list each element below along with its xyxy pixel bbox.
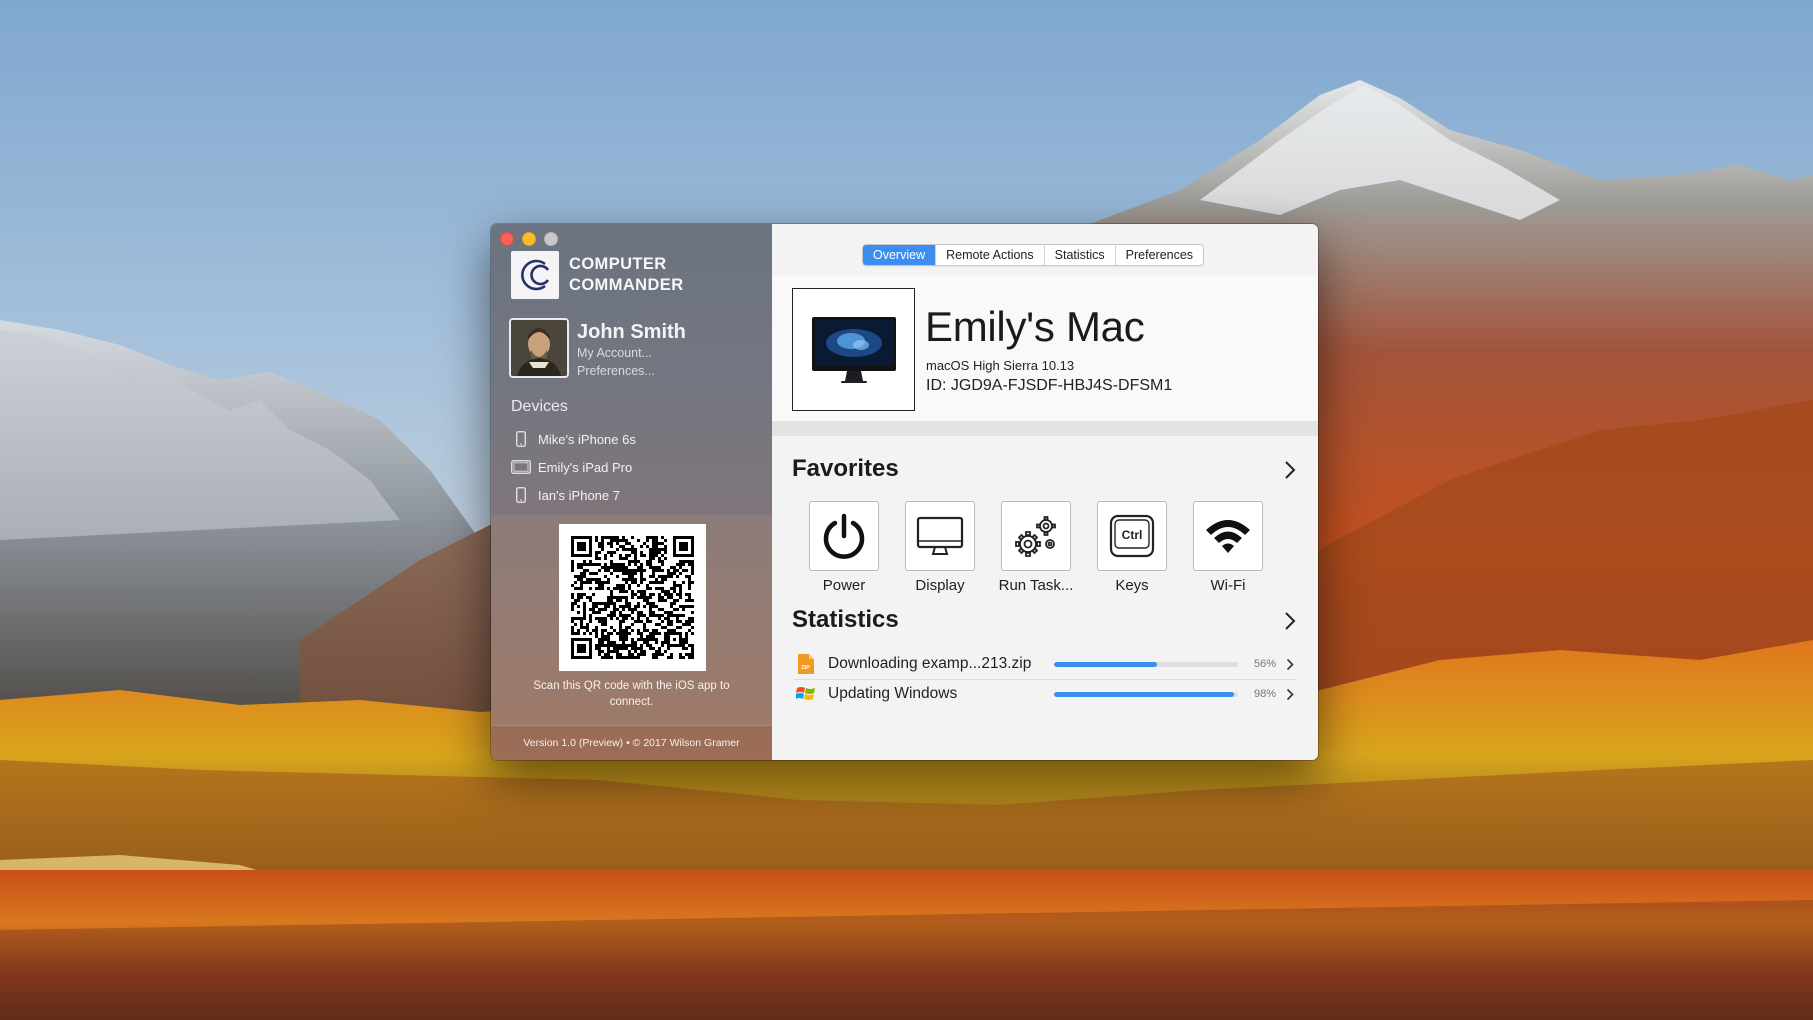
device-item-emilys-ipad[interactable]: Emily's iPad Pro: [511, 453, 636, 481]
main-panel: Overview Remote Actions Statistics Prefe…: [772, 224, 1318, 760]
favorite-label: Run Task...: [998, 577, 1074, 594]
user-info: John Smith My Account... Preferences...: [577, 320, 686, 380]
device-item-label: Emily's iPad Pro: [538, 459, 633, 475]
progress-fill: [1054, 691, 1235, 697]
stat-percent: 56%: [1253, 658, 1276, 670]
tab-bar: Overview Remote Actions Statistics Prefe…: [862, 244, 1205, 266]
tab-overview[interactable]: Overview: [863, 245, 937, 265]
favorite-label: Keys: [1115, 577, 1149, 594]
imac-icon: [811, 316, 896, 383]
device-item-ians-iphone[interactable]: Ian's iPhone 7: [511, 481, 636, 509]
favorite-keys[interactable]: Ctrl Keys: [1084, 501, 1180, 594]
statistics-chevron-icon[interactable]: [1284, 611, 1296, 636]
gears-icon: [1015, 516, 1056, 557]
sidebar: COMPUTER COMMANDER John Smith My Account…: [491, 224, 772, 760]
favorite-wifi[interactable]: Wi-Fi: [1180, 501, 1276, 594]
tab-preferences[interactable]: Preferences: [1116, 245, 1203, 265]
download-progress-bar: [1054, 661, 1238, 667]
device-os: macOS High Sierra 10.13: [926, 358, 1075, 373]
tab-remote-actions[interactable]: Remote Actions: [936, 245, 1045, 265]
qr-code: [559, 524, 706, 671]
device-item-mikes-iphone[interactable]: Mike's iPhone 6s: [511, 425, 636, 453]
device-id: ID: JGD9A-FJSDF-HBJ4S-DFSM1: [926, 377, 1173, 394]
favorites-row: Power Display Run Task... Ctrl Keys Wi-F…: [796, 501, 1276, 594]
stat-row-download[interactable]: ZIP Downloading examp...213.zip 56%: [794, 649, 1296, 680]
qr-section: Scan this QR code with the iOS app to co…: [491, 515, 772, 760]
favorites-heading: Favorites: [792, 455, 899, 482]
svg-text:Ctrl: Ctrl: [1122, 528, 1143, 542]
svg-text:ZIP: ZIP: [801, 665, 810, 671]
favorite-label: Display: [915, 577, 965, 594]
user-card: John Smith My Account... Preferences...: [509, 318, 686, 380]
device-header: Emily's Mac macOS High Sierra 10.13 ID: …: [772, 276, 1318, 421]
chevron-right-icon[interactable]: [1286, 688, 1294, 701]
stat-percent: 98%: [1253, 688, 1276, 700]
stat-label: Updating Windows: [828, 685, 958, 702]
app-logo-icon: [511, 251, 559, 299]
app-window: COMPUTER COMMANDER John Smith My Account…: [491, 224, 1318, 760]
favorite-run-task[interactable]: Run Task...: [988, 501, 1084, 594]
devices-heading: Devices: [511, 398, 568, 415]
chevron-right-icon[interactable]: [1286, 658, 1294, 671]
power-icon: [823, 513, 865, 559]
minimize-window-button[interactable]: [522, 232, 536, 246]
stat-row-windows-update[interactable]: Updating Windows 98%: [794, 679, 1296, 709]
favorite-label: Power: [822, 577, 866, 594]
device-item-label: Ian's iPhone 7: [538, 487, 620, 503]
progress-fill: [1054, 661, 1158, 667]
ipad-icon: [511, 460, 531, 474]
preferences-link[interactable]: Preferences...: [577, 362, 686, 380]
app-name: COMPUTER COMMANDER: [569, 254, 684, 296]
device-list: Mike's iPhone 6s Emily's iPad Pro Ian's …: [511, 425, 636, 509]
iphone-icon: [511, 431, 531, 447]
favorite-display[interactable]: Display: [892, 501, 988, 594]
my-account-link[interactable]: My Account...: [577, 344, 686, 362]
brand: COMPUTER COMMANDER: [511, 251, 684, 299]
imac-pro-thumbnail: [792, 288, 915, 411]
ctrl-key-icon: Ctrl: [1109, 514, 1155, 558]
windows-logo-icon: [794, 685, 818, 703]
window-controls: [500, 232, 558, 246]
zip-file-icon: ZIP: [794, 653, 818, 675]
wifi-icon: [1206, 520, 1250, 553]
iphone-icon: [511, 487, 531, 503]
app-name-line2: COMMANDER: [569, 276, 684, 294]
zoom-window-button[interactable]: [544, 232, 558, 246]
device-name: Emily's Mac: [925, 303, 1145, 350]
header-divider: [772, 421, 1318, 436]
avatar[interactable]: [509, 318, 569, 378]
statistics-heading: Statistics: [792, 606, 899, 633]
user-name: John Smith: [577, 321, 686, 343]
close-window-button[interactable]: [500, 232, 514, 246]
favorites-chevron-icon[interactable]: [1284, 460, 1296, 485]
favorite-label: Wi-Fi: [1210, 577, 1246, 594]
tab-statistics[interactable]: Statistics: [1045, 245, 1116, 265]
display-icon: [916, 516, 964, 555]
windows-update-progress-bar: [1054, 691, 1238, 697]
version-footer: Version 1.0 (Preview) • © 2017 Wilson Gr…: [491, 725, 772, 760]
qr-caption: Scan this QR code with the iOS app to co…: [533, 680, 730, 708]
favorite-power[interactable]: Power: [796, 501, 892, 594]
app-name-line1: COMPUTER: [569, 255, 667, 273]
device-item-label: Mike's iPhone 6s: [538, 431, 636, 447]
stat-label: Downloading examp...213.zip: [828, 655, 1032, 672]
